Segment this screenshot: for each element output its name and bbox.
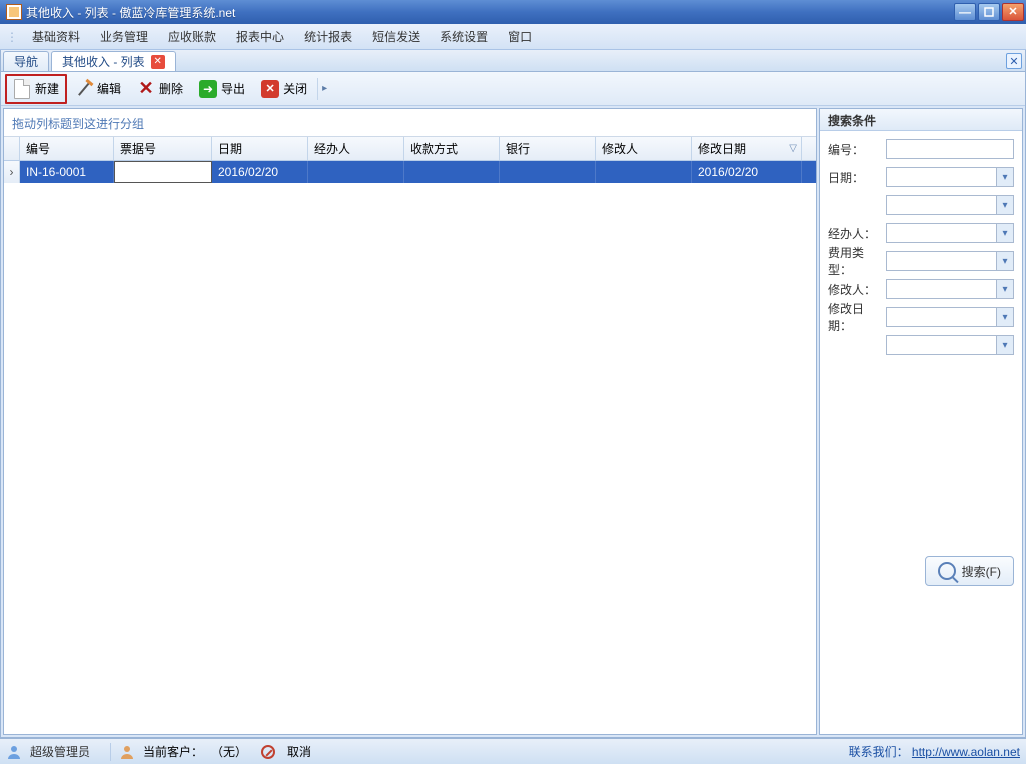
input-mod-date-from[interactable] [886, 307, 1014, 327]
toolbar-overflow-icon[interactable]: ▸ [317, 78, 331, 100]
export-label: 导出 [221, 80, 245, 97]
title-bar: 其他收入 - 列表 - 傲蓝冷库管理系统.net — ✕ [0, 0, 1026, 24]
pencil-icon [78, 82, 90, 96]
tab-label: 导航 [14, 53, 38, 70]
field-handler: 经办人： [828, 221, 1014, 245]
cell-modifier [596, 161, 692, 183]
menu-business[interactable]: 业务管理 [94, 25, 154, 48]
menu-basic-data[interactable]: 基础资料 [26, 25, 86, 48]
edit-button[interactable]: 编辑 [67, 75, 129, 103]
status-bar: 超级管理员 当前客户： （无） 取消 联系我们： http://www.aola… [0, 738, 1026, 764]
label-mod-date: 修改日期： [828, 300, 882, 334]
field-mod-date-from: 修改日期： [828, 305, 1014, 329]
col-id[interactable]: 编号 [20, 137, 114, 160]
menu-sms[interactable]: 短信发送 [366, 25, 426, 48]
col-handler[interactable]: 经办人 [308, 137, 404, 160]
field-modifier: 修改人： [828, 277, 1014, 301]
field-date-to [828, 193, 1014, 217]
input-date-to[interactable] [886, 195, 1014, 215]
status-user: 超级管理员 [30, 743, 90, 760]
cell-handler [308, 161, 404, 183]
tab-strip: 导航 其他收入 - 列表 ✕ ✕ [1, 50, 1025, 72]
label-modifier: 修改人： [828, 281, 882, 298]
cancel-icon[interactable] [261, 745, 275, 759]
page-icon [14, 79, 30, 99]
contact-url[interactable]: http://www.aolan.net [912, 745, 1020, 759]
menu-bar: ⋮ 基础资料 业务管理 应收账款 报表中心 统计报表 短信发送 系统设置 窗口 [0, 24, 1026, 50]
menu-stat-report[interactable]: 统计报表 [298, 25, 358, 48]
close-tab-icon[interactable]: ✕ [151, 55, 165, 69]
new-label: 新建 [35, 80, 59, 97]
input-modifier[interactable] [886, 279, 1014, 299]
input-id[interactable] [886, 139, 1014, 159]
menu-receivable[interactable]: 应收账款 [162, 25, 222, 48]
status-client-label: 当前客户： [143, 743, 203, 760]
field-cost-type: 费用类型： [828, 249, 1014, 273]
tab-label: 其他收入 - 列表 [62, 53, 145, 70]
menu-window[interactable]: 窗口 [502, 25, 538, 48]
close-button[interactable]: ✕ 关闭 [253, 75, 315, 103]
cell-date: 2016/02/20 [212, 161, 308, 183]
export-button[interactable]: ➜ 导出 [191, 75, 253, 103]
status-cancel[interactable]: 取消 [287, 743, 311, 760]
label-id: 编号： [828, 141, 882, 158]
col-bill-no[interactable]: 票据号 [114, 137, 212, 160]
status-client-value: （无） [211, 743, 247, 760]
field-date-from: 日期： [828, 165, 1014, 189]
contact-link: 联系我们： http://www.aolan.net [849, 743, 1020, 760]
col-modifier[interactable]: 修改人 [596, 137, 692, 160]
cell-bank [500, 161, 596, 183]
delete-x-icon: ✕ [137, 80, 155, 98]
close-icon: ✕ [261, 80, 279, 98]
menu-report-center[interactable]: 报表中心 [230, 25, 290, 48]
col-mod-date[interactable]: 修改日期 [692, 137, 802, 160]
contact-label: 联系我们： [849, 745, 909, 759]
cell-id: IN-16-0001 [20, 161, 114, 183]
input-cost-type[interactable] [886, 251, 1014, 271]
col-pay-method[interactable]: 收款方式 [404, 137, 500, 160]
search-button-label: 搜索(F) [962, 563, 1001, 580]
input-mod-date-to[interactable] [886, 335, 1014, 355]
cell-mod-date: 2016/02/20 [692, 161, 802, 183]
tab-close-all-icon[interactable]: ✕ [1006, 53, 1022, 69]
label-handler: 经办人： [828, 225, 882, 242]
delete-label: 删除 [159, 80, 183, 97]
row-indicator-icon: › [4, 161, 20, 183]
export-icon: ➜ [199, 80, 217, 98]
search-panel: 搜索条件 编号： 日期： 经办人： [819, 108, 1023, 735]
search-button[interactable]: 搜索(F) [925, 556, 1014, 586]
grid-panel: 拖动列标题到这进行分组 编号 票据号 日期 经办人 收款方式 银行 修改人 修改… [3, 108, 817, 735]
search-icon [938, 562, 956, 580]
input-handler[interactable] [886, 223, 1014, 243]
table-row[interactable]: › IN-16-0001 2016/02/20 2016/02/20 [4, 161, 816, 183]
search-title: 搜索条件 [820, 109, 1022, 131]
group-hint[interactable]: 拖动列标题到这进行分组 [4, 109, 816, 137]
minimize-button[interactable]: — [954, 3, 976, 21]
cell-pay-method [404, 161, 500, 183]
toolbar: 新建 编辑 ✕ 删除 ➜ 导出 ✕ 关闭 ▸ [1, 72, 1025, 106]
new-button[interactable]: 新建 [5, 74, 67, 104]
label-cost-type: 费用类型： [828, 244, 882, 278]
menu-sys-settings[interactable]: 系统设置 [434, 25, 494, 48]
tab-navigation[interactable]: 导航 [3, 51, 49, 71]
close-window-button[interactable]: ✕ [1002, 3, 1024, 21]
col-bank[interactable]: 银行 [500, 137, 596, 160]
edit-label: 编辑 [97, 80, 121, 97]
tab-other-income-list[interactable]: 其他收入 - 列表 ✕ [51, 51, 176, 71]
delete-button[interactable]: ✕ 删除 [129, 75, 191, 103]
client-icon [119, 744, 135, 760]
col-date[interactable]: 日期 [212, 137, 308, 160]
window-title: 其他收入 - 列表 - 傲蓝冷库管理系统.net [26, 4, 954, 21]
row-indicator-header [4, 137, 20, 160]
field-mod-date-to [828, 333, 1014, 357]
input-date-from[interactable] [886, 167, 1014, 187]
cell-bill-no[interactable] [114, 161, 212, 183]
grid-header: 编号 票据号 日期 经办人 收款方式 银行 修改人 修改日期 [4, 137, 816, 161]
label-date: 日期： [828, 169, 882, 186]
user-icon [6, 744, 22, 760]
maximize-button[interactable] [978, 3, 1000, 21]
close-label: 关闭 [283, 80, 307, 97]
field-id: 编号： [828, 137, 1014, 161]
app-icon [6, 4, 22, 20]
